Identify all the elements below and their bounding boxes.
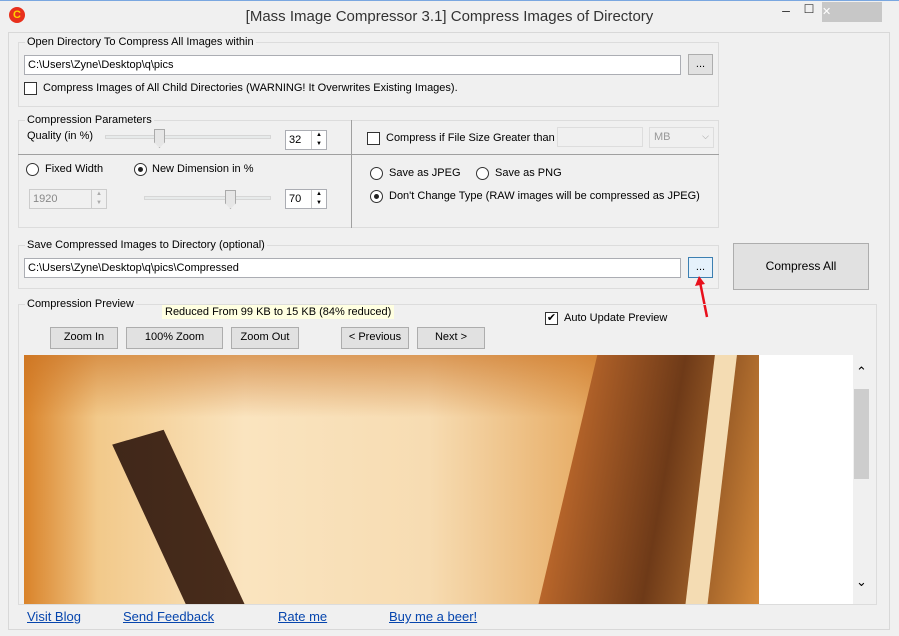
save-jpeg-label: Save as JPEG: [389, 167, 461, 179]
quality-value: 32: [289, 134, 302, 146]
source-browse-button[interactable]: ...: [688, 54, 713, 75]
compress-all-button[interactable]: Compress All: [733, 243, 869, 290]
send-feedback-link[interactable]: Send Feedback: [123, 609, 214, 624]
buy-beer-link[interactable]: Buy me a beer!: [389, 609, 477, 624]
scroll-down-icon[interactable]: ⌄: [856, 575, 867, 589]
dest-browse-button[interactable]: ...: [688, 257, 713, 278]
preview-group-label: Compression Preview: [25, 298, 136, 310]
dimension-spinner[interactable]: 70 ▲ ▼: [285, 189, 327, 209]
dimension-spin-arrows[interactable]: ▲ ▼: [311, 190, 326, 208]
dimension-slider-track[interactable]: [144, 196, 271, 200]
save-jpeg-radio[interactable]: [370, 167, 383, 180]
quality-spin-arrows[interactable]: ▲ ▼: [311, 131, 326, 149]
reduction-info: Reduced From 99 KB to 15 KB (84% reduced…: [162, 305, 395, 319]
horizontal-divider: [18, 154, 719, 155]
quality-label: Quality (in %): [27, 130, 94, 142]
preview-scrollbar[interactable]: ⌃ ⌄: [853, 365, 870, 595]
maximize-button[interactable]: ☐: [798, 2, 820, 22]
zoom-100-button[interactable]: 100% Zoom: [126, 327, 223, 349]
scroll-up-icon[interactable]: ⌃: [856, 365, 867, 379]
minimize-button[interactable]: –: [774, 2, 798, 22]
size-threshold-checkbox[interactable]: [367, 132, 380, 145]
size-unit-value: MB: [654, 131, 671, 143]
dest-group-label: Save Compressed Images to Directory (opt…: [25, 239, 267, 251]
fixed-width-value: 1920: [33, 193, 58, 205]
fixed-width-spinner[interactable]: 1920 ▲ ▼: [29, 189, 107, 209]
new-dimension-radio[interactable]: [134, 163, 147, 176]
source-group-label: Open Directory To Compress All Images wi…: [25, 36, 256, 48]
visit-blog-link[interactable]: Visit Blog: [27, 609, 81, 624]
size-unit-select[interactable]: MB ⌵: [649, 127, 714, 148]
rate-me-link[interactable]: Rate me: [278, 609, 327, 624]
close-button[interactable]: ✕: [822, 2, 882, 22]
dest-path-input[interactable]: C:\Users\Zyne\Desktop\q\pics\Compressed: [24, 258, 681, 278]
no-change-label: Don't Change Type (RAW images will be co…: [389, 190, 700, 202]
zoom-out-button[interactable]: Zoom Out: [231, 327, 299, 349]
quality-slider-track[interactable]: [105, 135, 271, 139]
vertical-divider: [351, 120, 352, 228]
new-dimension-label: New Dimension in %: [152, 163, 254, 175]
dimension-value: 70: [289, 193, 302, 205]
source-path-input[interactable]: C:\Users\Zyne\Desktop\q\pics: [24, 55, 681, 75]
zoom-in-button[interactable]: Zoom In: [50, 327, 118, 349]
quality-spinner[interactable]: 32 ▲ ▼: [285, 130, 327, 150]
next-button[interactable]: Next >: [417, 327, 485, 349]
scroll-thumb[interactable]: [854, 389, 869, 479]
window-title: [Mass Image Compressor 3.1] Compress Ima…: [245, 8, 654, 25]
child-dirs-checkbox[interactable]: [24, 82, 37, 95]
size-threshold-label: Compress if File Size Greater than: [386, 132, 555, 144]
params-group-label: Compression Parameters: [25, 114, 154, 126]
auto-update-label: Auto Update Preview: [564, 312, 668, 324]
size-threshold-input[interactable]: [557, 127, 643, 147]
preview-image: [24, 355, 759, 604]
fixed-width-label: Fixed Width: [45, 163, 104, 175]
save-png-label: Save as PNG: [495, 167, 562, 179]
fixed-width-spin-arrows[interactable]: ▲ ▼: [91, 190, 106, 208]
fixed-width-radio[interactable]: [26, 163, 39, 176]
no-change-radio[interactable]: [370, 190, 383, 203]
chevron-down-icon: ⌵: [702, 131, 709, 141]
previous-button[interactable]: < Previous: [341, 327, 409, 349]
save-png-radio[interactable]: [476, 167, 489, 180]
auto-update-checkbox[interactable]: ✔: [545, 312, 558, 325]
child-dirs-label: Compress Images of All Child Directories…: [43, 82, 458, 94]
